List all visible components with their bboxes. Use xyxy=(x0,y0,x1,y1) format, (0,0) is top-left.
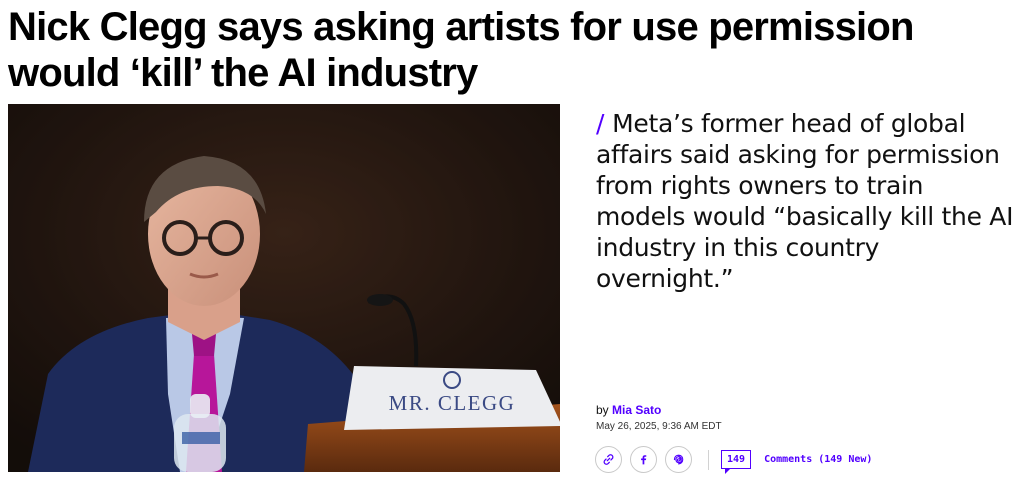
comment-count-badge: 149 xyxy=(721,450,752,474)
article-dek: / Meta’s former head of global affairs sa… xyxy=(596,108,1016,294)
author-link[interactable]: Mia Sato xyxy=(612,403,661,417)
byline-prefix: by xyxy=(596,403,609,417)
publish-date: May 26, 2025, 9:36 AM EDT xyxy=(596,421,722,432)
facebook-share-button[interactable] xyxy=(630,446,657,473)
facebook-icon xyxy=(641,455,647,465)
nameplate-text: MR. CLEGG xyxy=(389,391,516,415)
copy-link-button[interactable] xyxy=(595,446,622,473)
share-bar: 149 Comments (149 New) xyxy=(595,446,873,474)
comments-label: Comments (149 New) xyxy=(764,454,873,465)
article-headline: Nick Clegg says asking artists for use p… xyxy=(8,5,914,95)
share-divider xyxy=(708,449,709,470)
link-icon xyxy=(603,454,614,465)
dek-text: Meta’s former head of global affairs sai… xyxy=(596,109,1014,293)
hero-photo: MR. CLEGG xyxy=(8,104,560,472)
threads-share-button[interactable] xyxy=(665,446,692,473)
comments-link[interactable]: 149 Comments (149 New) xyxy=(721,450,873,474)
byline: by Mia Sato xyxy=(596,403,661,417)
dek-slash: / xyxy=(596,109,605,138)
threads-icon xyxy=(673,454,684,465)
